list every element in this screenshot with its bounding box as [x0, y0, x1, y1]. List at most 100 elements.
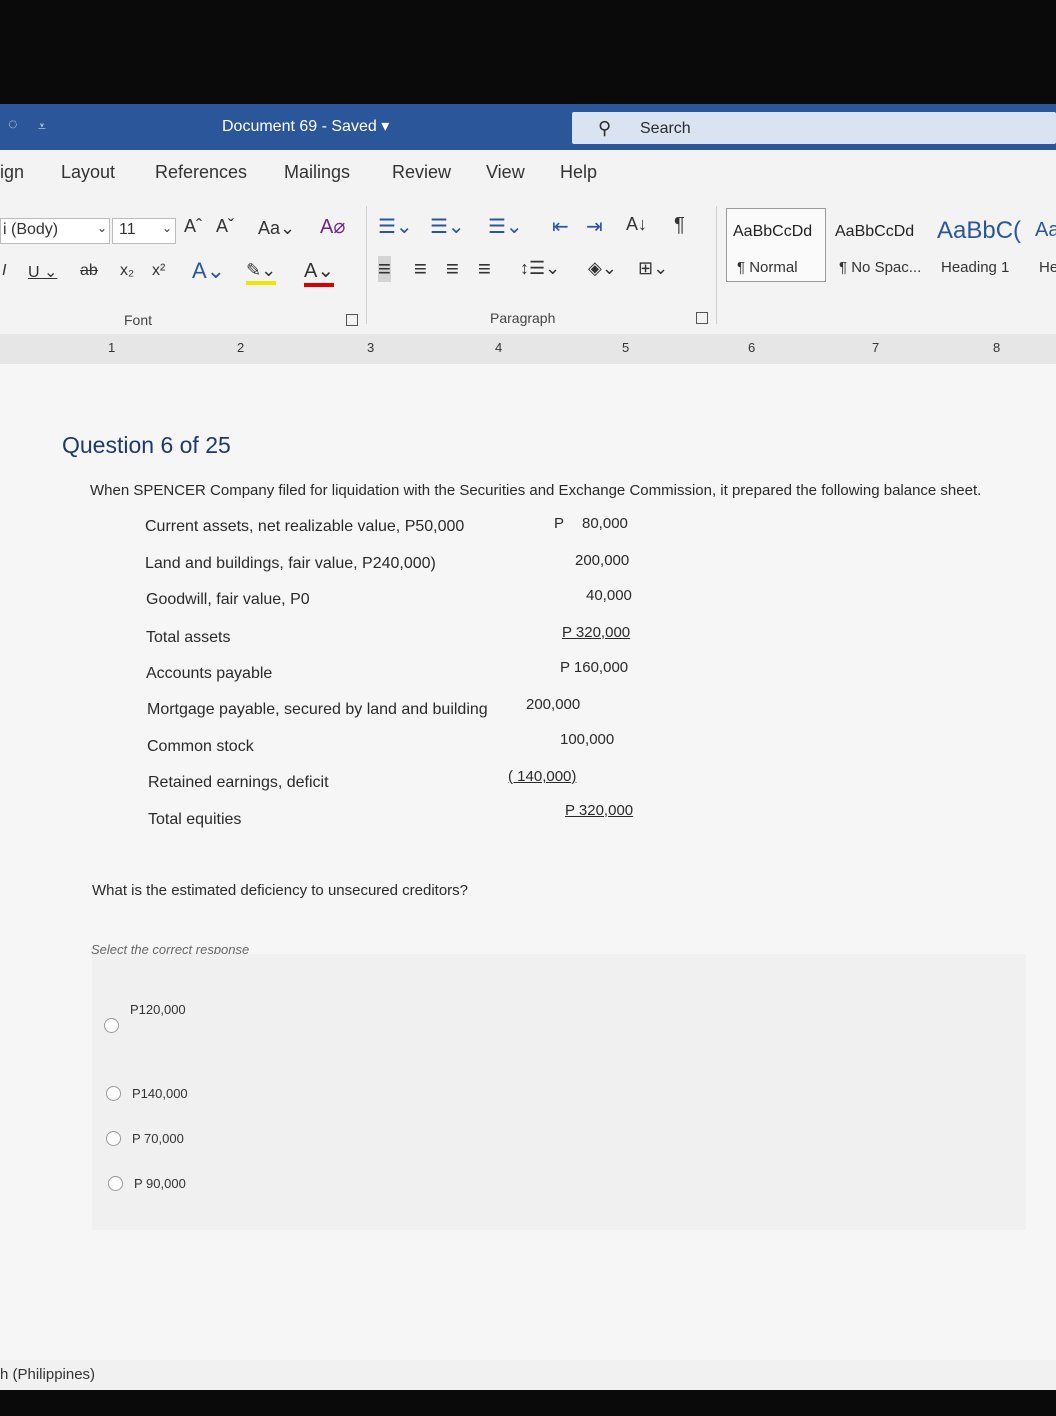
font-size-value: 11 [119, 221, 136, 238]
search-icon: ⚲ [598, 118, 612, 138]
row-label: Common stock [147, 738, 254, 755]
ribbon-tabs: ign Layout References Mailings Review Vi… [0, 150, 1056, 196]
divider [716, 206, 717, 324]
paragraph-dialog-launcher-icon[interactable] [696, 312, 708, 324]
option-radio[interactable] [106, 1086, 121, 1101]
row-amount: 40,000 [586, 587, 632, 604]
strikethrough-icon[interactable]: ab [80, 262, 98, 280]
status-bar: h (Philippines) [0, 1360, 1056, 1390]
search-box[interactable]: ⚲ Search [572, 112, 1056, 144]
question-intro: When SPENCER Company filed for liquidati… [90, 482, 982, 499]
option-radio[interactable] [108, 1176, 123, 1191]
font-group-label: Font [124, 312, 153, 328]
row-label: Goodwill, fair value, P0 [146, 591, 310, 608]
shading-icon[interactable]: ◈⌄ [588, 258, 617, 279]
row-label: Land and buildings, fair value, P240,000… [145, 555, 436, 572]
subscript-icon[interactable]: x₂ [120, 262, 134, 280]
increase-indent-icon[interactable]: ⇥ [586, 214, 603, 239]
decrease-indent-icon[interactable]: ⇤ [552, 214, 569, 239]
options-panel: P120,000 P140,000 P 70,000 P 90,000 [92, 954, 1026, 1230]
option-label[interactable]: P140,000 [132, 1086, 188, 1101]
ruler-number: 4 [495, 340, 503, 355]
align-center-icon[interactable]: ≡ [414, 256, 427, 282]
customize-toolbar-icon[interactable]: ⩡ [38, 118, 46, 135]
row-label: Retained earnings, deficit [148, 774, 329, 791]
borders-icon[interactable]: ⊞⌄ [638, 258, 668, 279]
row-amount: P 320,000 [565, 802, 634, 819]
option-radio[interactable] [104, 1018, 119, 1033]
question-title: Question 6 of 25 [62, 432, 231, 458]
bullets-icon[interactable]: ☰⌄ [378, 214, 413, 239]
ruler-number: 7 [872, 340, 880, 355]
ruler-number: 2 [237, 340, 245, 355]
option-label[interactable]: P 70,000 [132, 1131, 184, 1146]
font-name-dropdown[interactable]: i (Body) ⌄ [0, 218, 110, 244]
tab-layout[interactable]: Layout [61, 162, 115, 183]
ribbon-body: i (Body) ⌄ 11 ⌄ Aˆ Aˇ Aa⌄ A⌀ I U ⌄ ab x₂… [0, 196, 1056, 335]
ruler-number: 8 [993, 340, 1001, 355]
font-size-dropdown[interactable]: 11 ⌄ [112, 218, 176, 244]
question-text: What is the estimated deficiency to unse… [92, 882, 469, 899]
text-effects-icon[interactable]: A⌄ [192, 258, 225, 284]
row-amount: P 320,000 [562, 624, 631, 641]
title-bar: ◌ ⩡ Document 69 - Saved ▾ ⚲ Search [0, 104, 1056, 150]
font-name-value: i (Body) [3, 221, 59, 238]
style-name: He [1039, 259, 1056, 276]
highlight-color-icon[interactable]: ✎⌄ [246, 260, 277, 285]
ruler-number: 3 [367, 340, 375, 355]
style-no-spacing[interactable]: AaBbCcDd ¶ No Spac... [828, 208, 928, 282]
chevron-down-icon: ⌄ [96, 221, 107, 235]
style-heading-2[interactable]: Aa He [1028, 208, 1056, 282]
tab-review[interactable]: Review [392, 162, 451, 183]
align-left-icon[interactable]: ≡ [378, 256, 391, 282]
row-label: Mortgage payable, secured by land and bu… [147, 701, 488, 718]
chevron-down-icon: ⌄ [161, 221, 172, 235]
row-amount: 200,000 [526, 696, 581, 713]
row-label: Current assets, net realizable value, P5… [145, 518, 465, 535]
ruler-number: 5 [622, 340, 630, 355]
line-spacing-icon[interactable]: ↕☰⌄ [520, 258, 560, 279]
sort-icon[interactable]: A↓ [626, 214, 647, 235]
document-page[interactable]: Question 6 of 25 When SPENCER Company fi… [0, 364, 1056, 1360]
row-amount: 100,000 [560, 731, 615, 748]
tab-help[interactable]: Help [560, 162, 597, 183]
style-normal[interactable]: AaBbCcDd ¶ Normal [726, 208, 826, 282]
style-name: ¶ Normal [737, 259, 798, 276]
row-label: Total equities [148, 811, 242, 828]
align-right-icon[interactable]: ≡ [446, 256, 459, 282]
language-status[interactable]: h (Philippines) [0, 1366, 95, 1383]
option-label[interactable]: P 90,000 [134, 1176, 186, 1191]
row-amount: ( 140,000) [508, 768, 577, 785]
numbering-icon[interactable]: ☰⌄ [430, 214, 465, 239]
horizontal-ruler[interactable]: 1 2 3 4 5 6 7 8 [0, 334, 1056, 364]
style-heading-1[interactable]: AaBbC( Heading 1 [930, 208, 1028, 282]
option-radio[interactable] [106, 1131, 121, 1146]
style-sample: Aa [1035, 219, 1056, 241]
font-dialog-launcher-icon[interactable] [346, 314, 358, 326]
font-color-icon[interactable]: A⌄ [304, 258, 335, 287]
undo-circle-icon[interactable]: ◌ [8, 116, 18, 134]
row-amount: 200,000 [575, 552, 630, 569]
shrink-font-icon[interactable]: Aˇ [216, 216, 234, 237]
grow-font-icon[interactable]: Aˆ [184, 216, 202, 237]
show-formatting-marks-icon[interactable]: ¶ [674, 214, 685, 237]
style-sample: AaBbC( [937, 217, 1022, 244]
document-title[interactable]: Document 69 - Saved ▾ [222, 116, 389, 136]
tab-mailings[interactable]: Mailings [284, 162, 350, 183]
change-case-icon[interactable]: Aa⌄ [258, 218, 295, 239]
ruler-number: 1 [108, 340, 116, 355]
justify-icon[interactable]: ≡ [478, 256, 491, 282]
search-placeholder: Search [640, 120, 691, 137]
superscript-icon[interactable]: x² [152, 262, 165, 280]
underline-icon[interactable]: U ⌄ [28, 262, 57, 282]
clear-formatting-icon[interactable]: A⌀ [320, 214, 345, 239]
ruler-number: 6 [748, 340, 756, 355]
italic-icon[interactable]: I [2, 262, 6, 280]
tab-design[interactable]: ign [0, 162, 24, 183]
row-prefix: P [554, 515, 565, 532]
style-name: Heading 1 [941, 259, 1010, 276]
tab-view[interactable]: View [486, 162, 525, 183]
multilevel-list-icon[interactable]: ☰⌄ [488, 214, 523, 239]
tab-references[interactable]: References [155, 162, 247, 183]
option-label[interactable]: P120,000 [130, 1002, 186, 1017]
